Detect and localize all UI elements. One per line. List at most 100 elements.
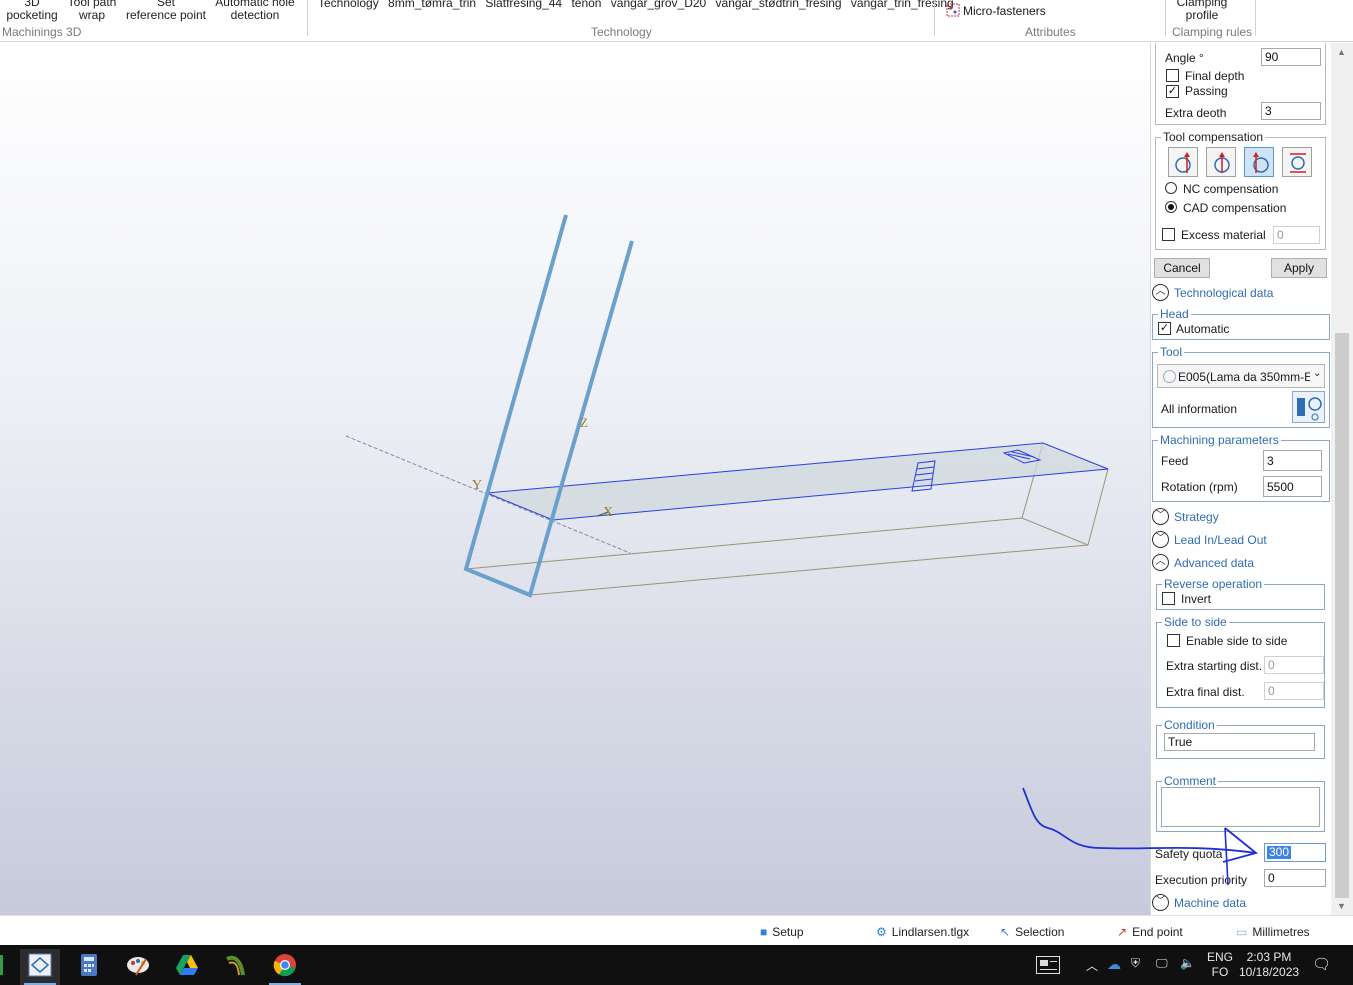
ruler-icon: ▭ — [1236, 925, 1248, 939]
tool-select-value: E005(Lama da 350mm-E — [1178, 370, 1310, 384]
language-indicator[interactable]: ENG FO — [1207, 950, 1233, 980]
ribbon-separator — [1255, 0, 1256, 36]
automatic-hole-detection-button[interactable]: Automatic hole detection — [212, 0, 298, 22]
clamping-profile-button[interactable]: Clamping profile — [1168, 0, 1236, 22]
onedrive-icon[interactable]: ☁ — [1107, 956, 1121, 973]
status-setup[interactable]: ■ Setup — [760, 925, 804, 939]
panel-scrollbar[interactable]: ▲ ▼ — [1331, 43, 1353, 915]
extra-depth-input[interactable] — [1261, 102, 1321, 120]
tool-info-button[interactable] — [1292, 391, 1325, 423]
clamping-profile-line2: profile — [1185, 8, 1219, 22]
enable-side-to-side-checkbox[interactable] — [1167, 634, 1180, 647]
status-selection[interactable]: ↖ Selection — [1000, 925, 1064, 939]
condition-input[interactable] — [1164, 733, 1315, 751]
workpiece-top-face[interactable] — [486, 442, 1109, 521]
feed-label: Feed — [1161, 454, 1189, 468]
set-reference-point-button[interactable]: Set reference point — [122, 0, 210, 22]
news-widget-icon[interactable] — [1036, 956, 1060, 974]
clock-time: 2:03 PM — [1246, 950, 1292, 964]
status-file[interactable]: ⚙ Lindlarsen.tlgx — [876, 925, 969, 939]
scroll-thumb[interactable] — [1335, 333, 1349, 898]
safety-quota-input[interactable]: 300 — [1264, 843, 1326, 862]
compensation-center-icon — [1214, 152, 1230, 173]
compensation-left-button[interactable] — [1168, 147, 1198, 177]
compensation-tangent-icon — [1290, 153, 1306, 173]
3d-pocketing-button[interactable]: 3D pocketing — [4, 0, 60, 22]
compensation-left-icon — [1175, 152, 1191, 173]
compensation-center-button[interactable] — [1206, 147, 1236, 177]
invert-label: Invert — [1181, 592, 1212, 606]
tool-path-wrap-button[interactable]: Tool path wrap — [64, 0, 120, 22]
taskbar-calculator[interactable] — [69, 949, 109, 985]
side-to-side-title: Side to side — [1162, 615, 1229, 629]
condition-title: Condition — [1162, 718, 1217, 732]
lead-in-out-header[interactable]: ﹀ Lead In/Lead Out — [1152, 531, 1330, 551]
advanced-data-header[interactable]: ︿ Advanced data — [1152, 554, 1330, 574]
final-depth-checkbox[interactable] — [1166, 69, 1179, 82]
security-icon[interactable]: ⛨ — [1131, 956, 1140, 971]
safety-quota-selected-text: 300 — [1267, 845, 1292, 859]
compensation-tangent-button[interactable] — [1282, 147, 1312, 177]
end-point-icon: ↗ — [1117, 925, 1128, 939]
taskbar-chrome[interactable] — [265, 949, 305, 985]
extra-starting-input[interactable] — [1264, 656, 1324, 674]
network-icon[interactable]: 🖵 — [1156, 956, 1168, 971]
technological-data-header[interactable]: ︿ Technological data — [1152, 284, 1330, 304]
cad-app-icon — [28, 953, 52, 977]
paint-icon — [127, 957, 149, 976]
tool-info-icon — [1297, 397, 1322, 421]
automatic-head-checkbox[interactable]: ✓ — [1158, 322, 1171, 335]
extra-final-input[interactable] — [1264, 682, 1324, 700]
compensation-right-button[interactable] — [1244, 147, 1274, 177]
status-units[interactable]: ▭ Millimetres — [1236, 925, 1310, 939]
technology-list[interactable]: Technology 8mm_tømra_trin Slatfresing_44… — [318, 0, 954, 10]
scroll-down-icon[interactable]: ▼ — [1337, 901, 1346, 911]
workpiece-bottom — [465, 517, 1089, 596]
advanced-data-title: Advanced data — [1174, 556, 1255, 570]
scroll-up-icon[interactable]: ▲ — [1337, 47, 1346, 57]
taskbar-green-app[interactable] — [215, 949, 255, 985]
notification-icon[interactable]: 🗨 — [1312, 955, 1331, 973]
viewport-scene: Z Y X — [345, 214, 1109, 598]
tray-chevron-up-icon[interactable]: ︿ — [1086, 957, 1098, 974]
lead-in-out-title: Lead In/Lead Out — [1174, 533, 1267, 547]
cad-compensation-radio[interactable] — [1165, 201, 1177, 213]
set-reference-point-line2: reference point — [125, 8, 207, 22]
start-edge — [0, 955, 3, 975]
invert-checkbox[interactable] — [1162, 592, 1175, 605]
rotation-input[interactable] — [1263, 476, 1322, 497]
rotation-label: Rotation (rpm) — [1161, 480, 1238, 494]
excess-material-input[interactable] — [1273, 226, 1320, 244]
curved-tool-icon — [226, 955, 245, 976]
strategy-title: Strategy — [1174, 510, 1219, 524]
execution-priority-input[interactable] — [1264, 869, 1326, 887]
status-end-point[interactable]: ↗ End point — [1117, 925, 1183, 939]
3d-viewport[interactable]: Z Y X — [0, 43, 1150, 915]
cad-compensation-label: CAD compensation — [1183, 201, 1287, 215]
enable-side-to-side-label: Enable side to side — [1186, 634, 1288, 648]
feed-input[interactable] — [1263, 450, 1322, 471]
cancel-button[interactable]: Cancel — [1154, 258, 1210, 278]
taskbar-google-drive[interactable] — [167, 949, 207, 985]
annotation-arrow — [1022, 787, 1258, 886]
passing-checkbox[interactable]: ✓ — [1166, 85, 1179, 98]
apply-button[interactable]: Apply — [1271, 258, 1327, 278]
strategy-header[interactable]: ﹀ Strategy — [1152, 508, 1330, 528]
automatic-head-label: Automatic — [1176, 322, 1230, 336]
tool-select[interactable]: E005(Lama da 350mm-E ⌄ — [1157, 364, 1325, 388]
clock[interactable]: 2:03 PM 10/18/2023 — [1239, 950, 1299, 980]
language-bottom: FO — [1211, 965, 1229, 979]
angle-label: Angle ° — [1165, 51, 1204, 65]
micro-fasteners-button[interactable]: Micro-fasteners — [963, 4, 1046, 18]
chrome-icon — [273, 954, 296, 977]
taskbar-paint[interactable] — [118, 949, 158, 985]
group-machinings-3d: Machinings 3D — [2, 25, 82, 39]
file-gear-icon: ⚙ — [876, 925, 887, 939]
nc-compensation-radio[interactable] — [1165, 182, 1177, 194]
excess-material-checkbox[interactable] — [1162, 228, 1175, 241]
volume-icon[interactable]: 🔈 — [1180, 956, 1195, 970]
angle-input[interactable] — [1261, 48, 1321, 66]
taskbar-cad-app[interactable] — [20, 949, 60, 985]
group-attributes: Attributes — [1025, 25, 1076, 39]
machine-data-header[interactable]: ﹀ Machine data — [1152, 894, 1330, 914]
